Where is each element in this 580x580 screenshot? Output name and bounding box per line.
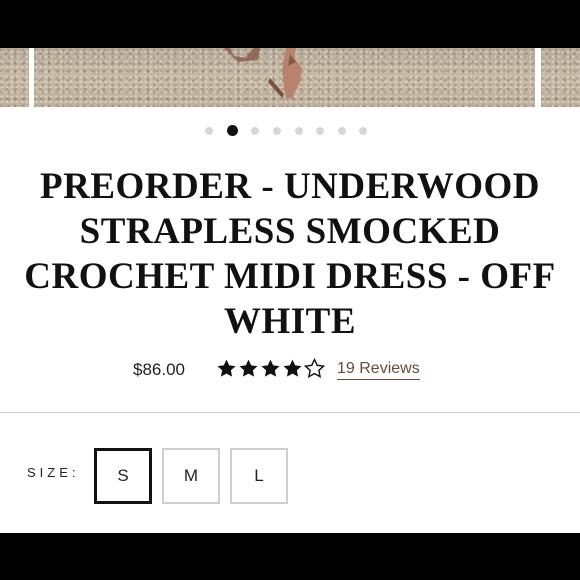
size-label: SIZE: xyxy=(27,465,80,480)
star-filled-icon xyxy=(217,359,236,377)
price-rating-row: $86.00 19 Reviews xyxy=(0,358,580,386)
next-slide-image[interactable] xyxy=(541,48,580,107)
carousel-pagination xyxy=(0,124,580,136)
star-rating xyxy=(216,358,325,382)
star-filled-icon xyxy=(239,359,258,377)
carousel-dot[interactable] xyxy=(251,127,259,135)
carousel-dot[interactable] xyxy=(205,127,213,135)
star-empty-icon xyxy=(304,358,325,378)
star-filled-icon xyxy=(261,359,280,377)
star-filled-icon xyxy=(283,359,302,377)
carousel-dot[interactable] xyxy=(359,127,367,135)
product-image-carousel[interactable] xyxy=(0,48,580,108)
reviews-link[interactable]: 19 Reviews xyxy=(337,360,420,380)
current-slide-image[interactable] xyxy=(34,48,535,107)
product-price: $86.00 xyxy=(133,360,185,379)
carousel-dot[interactable] xyxy=(338,127,346,135)
product-info-panel: PREORDER - UNDERWOOD STRAPLESS SMOCKED C… xyxy=(0,108,580,533)
size-option-s[interactable]: S xyxy=(94,448,152,504)
carousel-dot[interactable] xyxy=(273,127,281,135)
carousel-dot[interactable] xyxy=(295,127,303,135)
previous-slide-image[interactable] xyxy=(0,48,29,107)
size-option-m[interactable]: M xyxy=(162,448,220,504)
section-divider xyxy=(0,412,580,413)
model-feet-image xyxy=(224,48,302,98)
bottom-black-bar xyxy=(0,533,580,580)
product-title: PREORDER - UNDERWOOD STRAPLESS SMOCKED C… xyxy=(24,166,556,342)
size-option-l[interactable]: L xyxy=(230,448,288,504)
carousel-dot[interactable] xyxy=(316,127,324,135)
top-black-bar xyxy=(0,0,580,48)
carousel-dot-active[interactable] xyxy=(227,125,238,136)
